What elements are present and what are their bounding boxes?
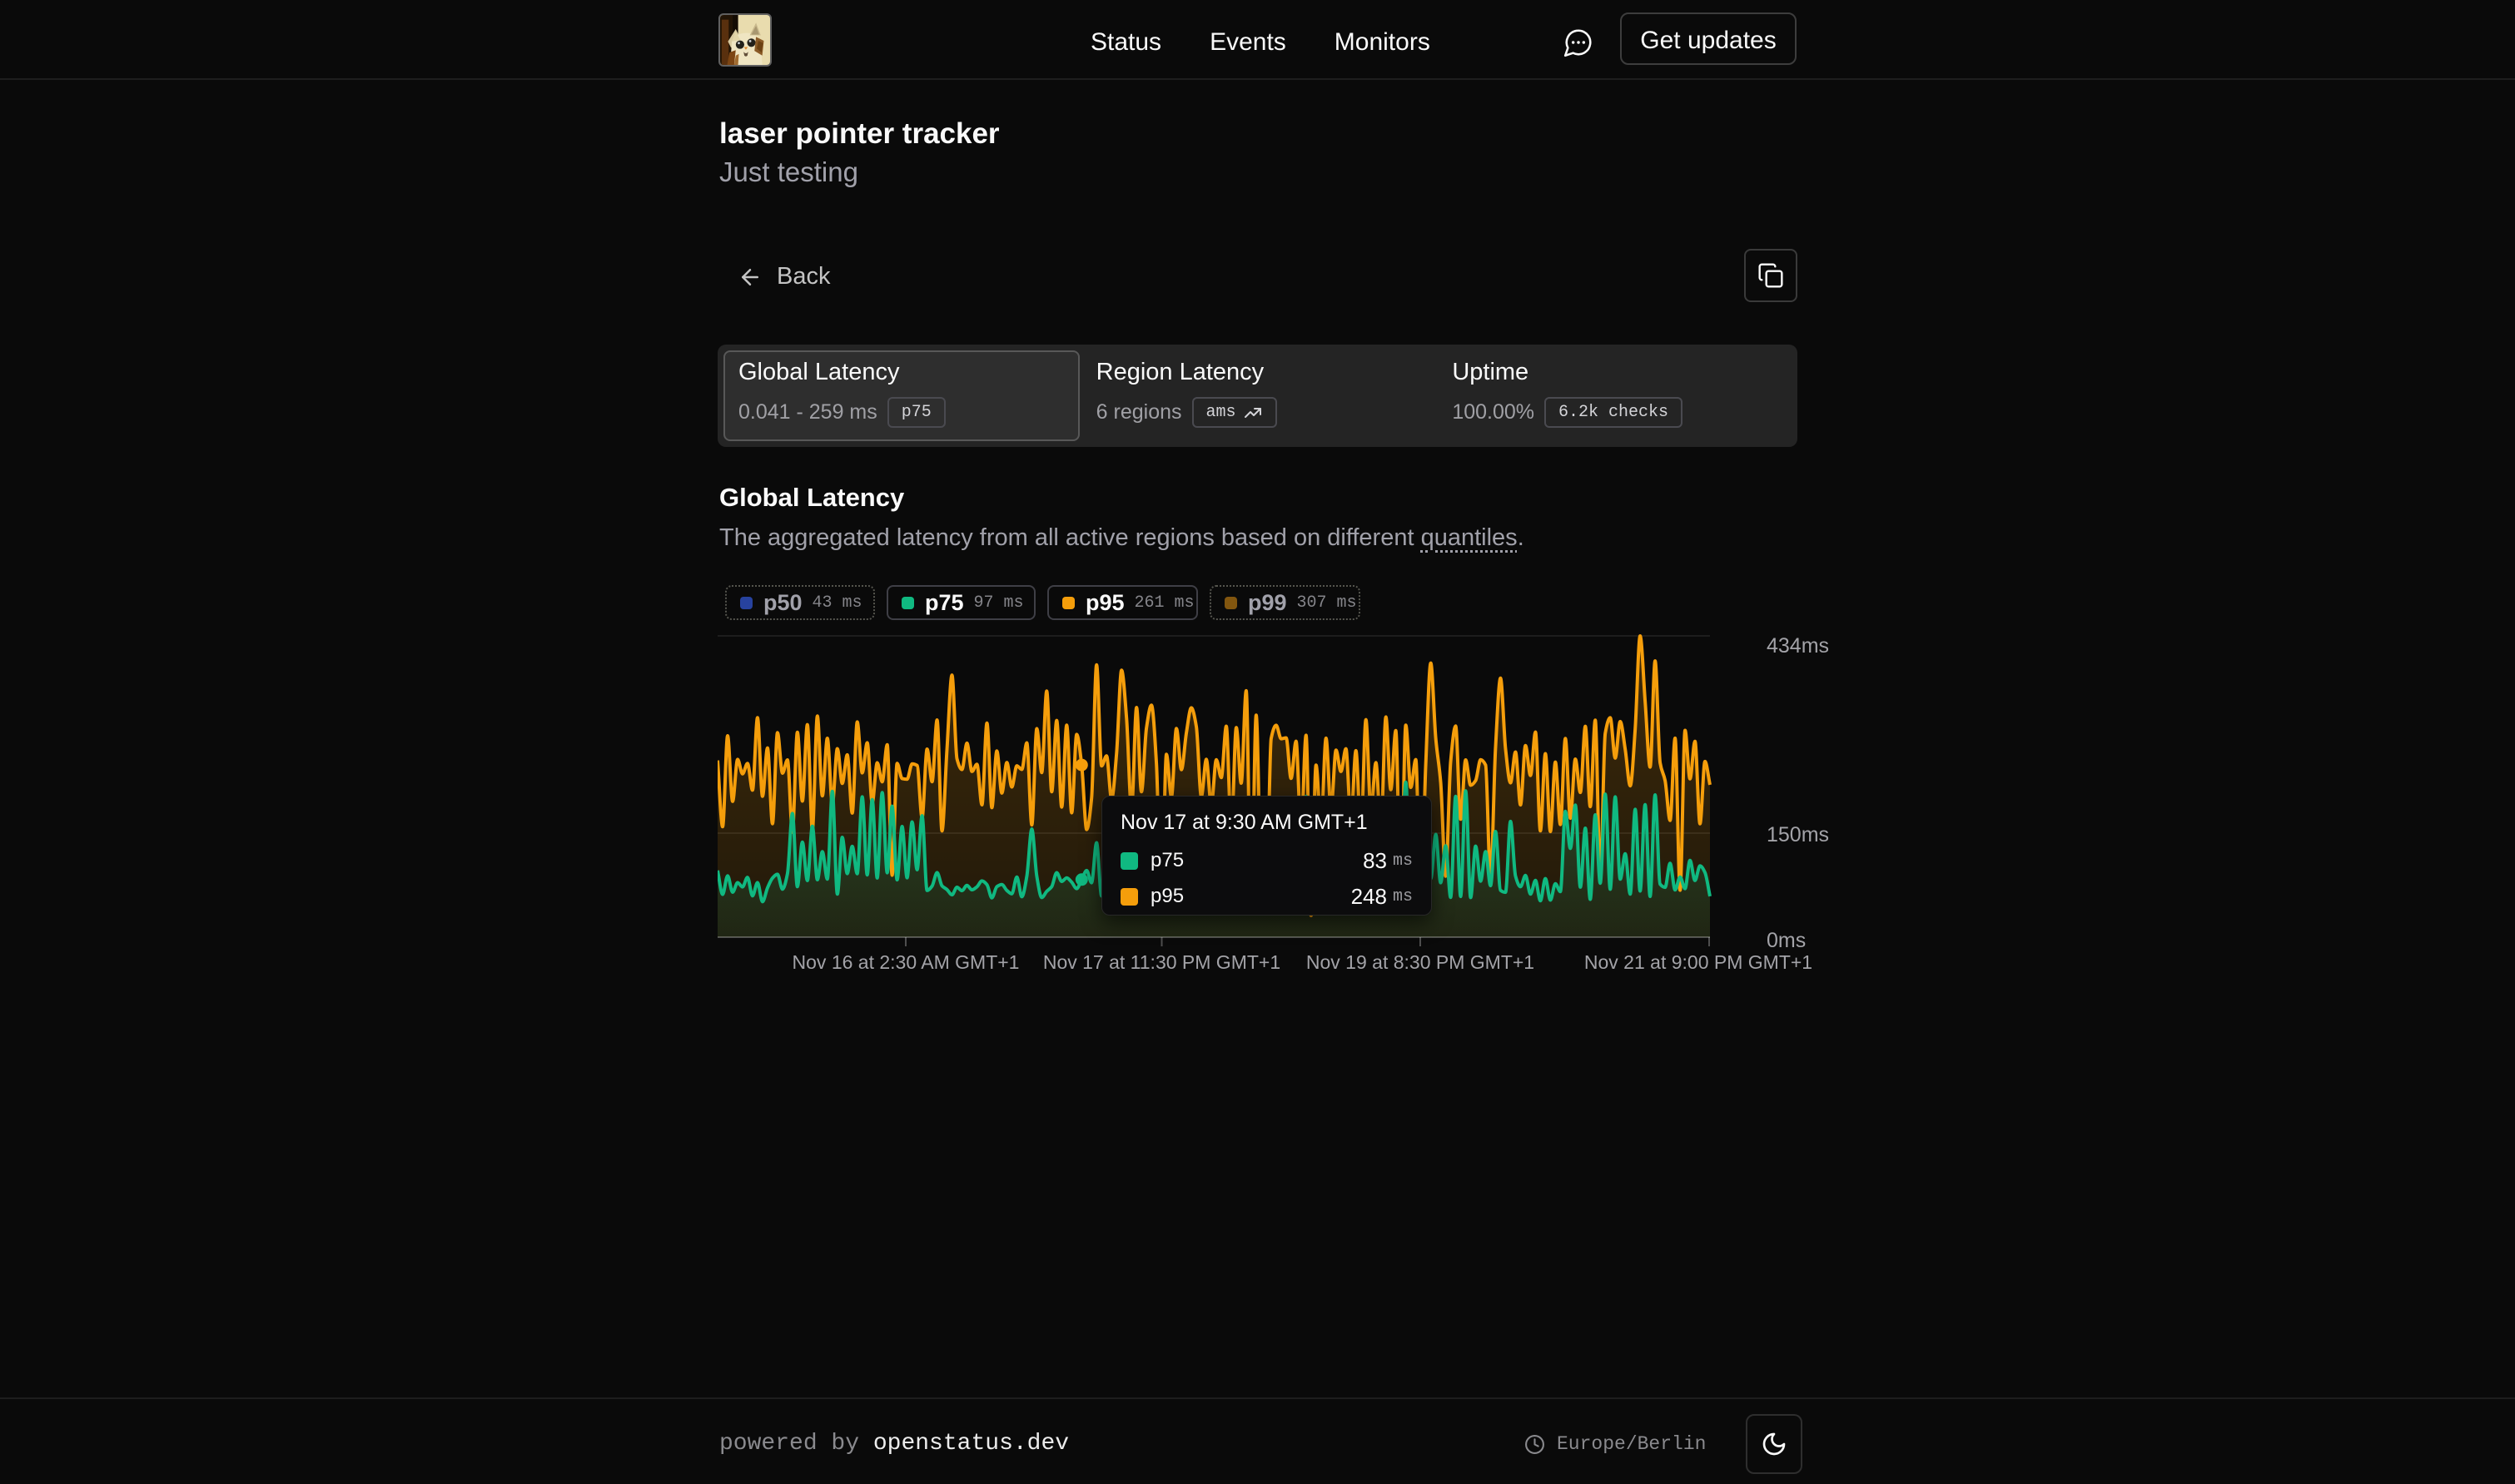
svg-text:434ms: 434ms [1767, 634, 1829, 658]
svg-text:150ms: 150ms [1767, 823, 1829, 846]
svg-text:Nov 17 at 11:30 PM GMT+1: Nov 17 at 11:30 PM GMT+1 [1043, 951, 1280, 973]
svg-text:0ms: 0ms [1767, 929, 1806, 952]
svg-text:Nov 21 at 9:00 PM GMT+1: Nov 21 at 9:00 PM GMT+1 [1584, 951, 1812, 973]
svg-text:Nov 16 at 2:30 AM GMT+1: Nov 16 at 2:30 AM GMT+1 [793, 951, 1020, 973]
svg-text:Nov 19 at 8:30 PM GMT+1: Nov 19 at 8:30 PM GMT+1 [1306, 951, 1534, 973]
